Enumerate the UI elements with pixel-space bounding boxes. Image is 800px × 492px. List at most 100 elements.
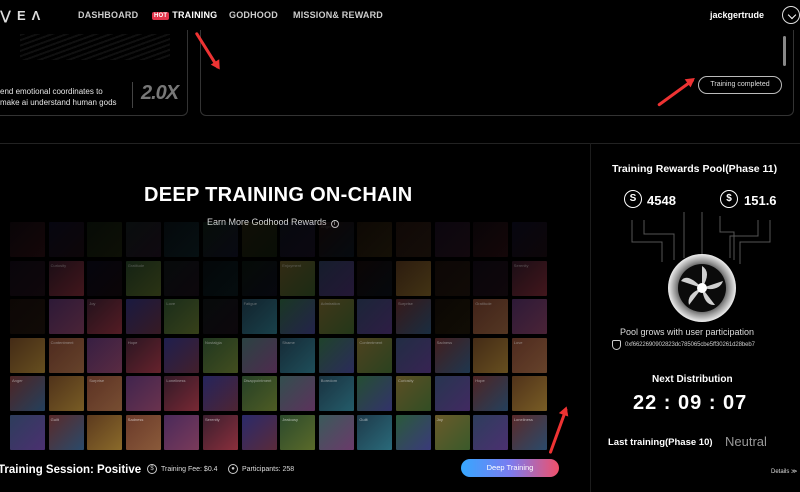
token-icon: S — [624, 190, 642, 208]
emotion-tile — [396, 415, 431, 450]
emotion-tile — [511, 299, 547, 335]
emotion-tile: Hope — [473, 376, 509, 412]
emotion-tile: Guilt — [357, 415, 393, 450]
contract-address[interactable]: 0xf6622690902823dc785065cbe5ff30261d28be… — [625, 342, 755, 348]
emotion-tile: Loneliness — [511, 415, 547, 450]
chevron-down-icon — [787, 10, 797, 20]
emotion-tile — [203, 376, 238, 412]
emotion-tile — [203, 299, 238, 335]
emotion-tile — [203, 260, 238, 296]
card-separator — [132, 82, 133, 108]
details-link[interactable]: Details ≫ — [771, 468, 797, 475]
countdown-timer: 22 : 09 : 07 — [633, 392, 748, 414]
emotion-tile — [396, 337, 431, 373]
emotion-tile — [357, 376, 393, 412]
emotion-tile — [357, 299, 393, 335]
deep-training-button[interactable]: Deep Training — [461, 459, 559, 477]
emotion-tile — [280, 222, 316, 257]
emotion-tile: Gratitude — [473, 299, 509, 335]
emotion-tile: Serenity — [511, 260, 547, 296]
emotion-tile: Joy — [434, 415, 470, 450]
emotion-tile — [511, 376, 547, 412]
emotion-tile: Anger — [10, 376, 45, 412]
emotion-tile — [473, 337, 509, 373]
emotion-tile — [48, 222, 84, 257]
emotion-tile — [434, 376, 470, 412]
emotion-tile — [318, 260, 354, 296]
emotion-tile: Serenity — [203, 415, 238, 450]
last-training-result: Neutral — [725, 434, 767, 449]
emotion-tile — [318, 337, 354, 373]
emotion-tile — [87, 415, 123, 450]
emotion-tile — [473, 260, 509, 296]
pool-token-value: 4548 — [647, 193, 676, 208]
emotion-tile — [10, 415, 45, 450]
emotion-tile — [87, 222, 123, 257]
last-training-label: Last training(Phase 10) — [608, 437, 713, 448]
emotion-tile: Anger — [318, 222, 354, 257]
emotion-tile: Loneliness — [164, 376, 200, 412]
emotion-tile: Admiration — [318, 299, 354, 335]
page-title: DEEP TRAINING ON-CHAIN — [144, 184, 413, 206]
hot-badge: HOT — [152, 12, 170, 20]
emotion-tile — [241, 260, 277, 296]
emotion-tile: Nostalgia — [203, 337, 238, 373]
emotion-tile — [87, 260, 123, 296]
emotion-tile — [396, 260, 431, 296]
emotion-tile — [164, 415, 200, 450]
training-completed-badge[interactable]: Training completed — [698, 76, 782, 94]
emotion-tile — [357, 222, 393, 257]
nav-mission-reward[interactable]: MISSION& REWARD — [293, 10, 383, 20]
scrollbar[interactable] — [783, 36, 786, 66]
emotion-tile — [48, 299, 84, 335]
emotion-tile: Enjoyment — [280, 260, 316, 296]
multiplier-badge: 2.0X — [141, 82, 179, 104]
emotion-tile — [164, 337, 200, 373]
username[interactable]: jackgertrude — [710, 10, 764, 20]
emotion-tile: Disappointment — [241, 376, 277, 412]
annotation-arrow — [548, 407, 568, 455]
pool-caption: Pool grows with user participation — [620, 327, 755, 337]
emotion-tile — [10, 299, 45, 335]
pool-dollar-value: 151.6 — [744, 193, 777, 208]
emotion-tile — [280, 376, 316, 412]
participants-count: Participants: 258 — [242, 466, 295, 473]
emotion-tile — [10, 337, 45, 373]
nav-training-label: TRAINING — [172, 10, 218, 20]
emotion-tile — [473, 222, 509, 257]
emotion-tile — [434, 299, 470, 335]
nav-dashboard[interactable]: DASHBOARD — [78, 10, 138, 20]
dollar-coin-icon: $ — [720, 190, 738, 208]
nav-training[interactable]: HOT TRAINING — [152, 10, 217, 20]
emotion-tile: Fatigue — [241, 299, 277, 335]
session-label: Training Session: Positive — [0, 464, 142, 476]
emotion-tile — [125, 376, 161, 412]
emotion-tile — [87, 337, 123, 373]
logo[interactable]: ⋁EΛ — [0, 8, 46, 24]
emotion-tile — [241, 337, 277, 373]
emotion-tile: Sadness — [125, 415, 161, 450]
emotion-tile — [473, 415, 509, 450]
emotion-tile: Curiosity — [396, 376, 431, 412]
emotion-tile — [396, 222, 431, 257]
emotion-tile: Surprise — [396, 299, 431, 335]
emotion-tile — [280, 299, 316, 335]
emotion-tile: Contentment — [48, 337, 84, 373]
emotion-tile — [125, 299, 161, 335]
next-distribution-label: Next Distribution — [652, 374, 733, 385]
emotion-tile: Hope — [125, 337, 161, 373]
emotion-tile — [203, 222, 238, 257]
emotion-tile: Boredom — [318, 376, 354, 412]
emotion-tile — [10, 260, 45, 296]
emotion-tile: Sadness — [434, 337, 470, 373]
emotion-tile — [164, 260, 200, 296]
user-menu-icon[interactable] — [782, 6, 800, 24]
nav-godhood[interactable]: GODHOOD — [229, 10, 278, 20]
emotion-tile — [241, 222, 277, 257]
emotion-tile — [125, 222, 161, 257]
emotion-tile: Love — [164, 299, 200, 335]
emotion-tile — [10, 222, 45, 257]
decorative-stripes — [20, 34, 170, 60]
emotion-tile — [241, 415, 277, 450]
emotion-tile: Love — [511, 337, 547, 373]
